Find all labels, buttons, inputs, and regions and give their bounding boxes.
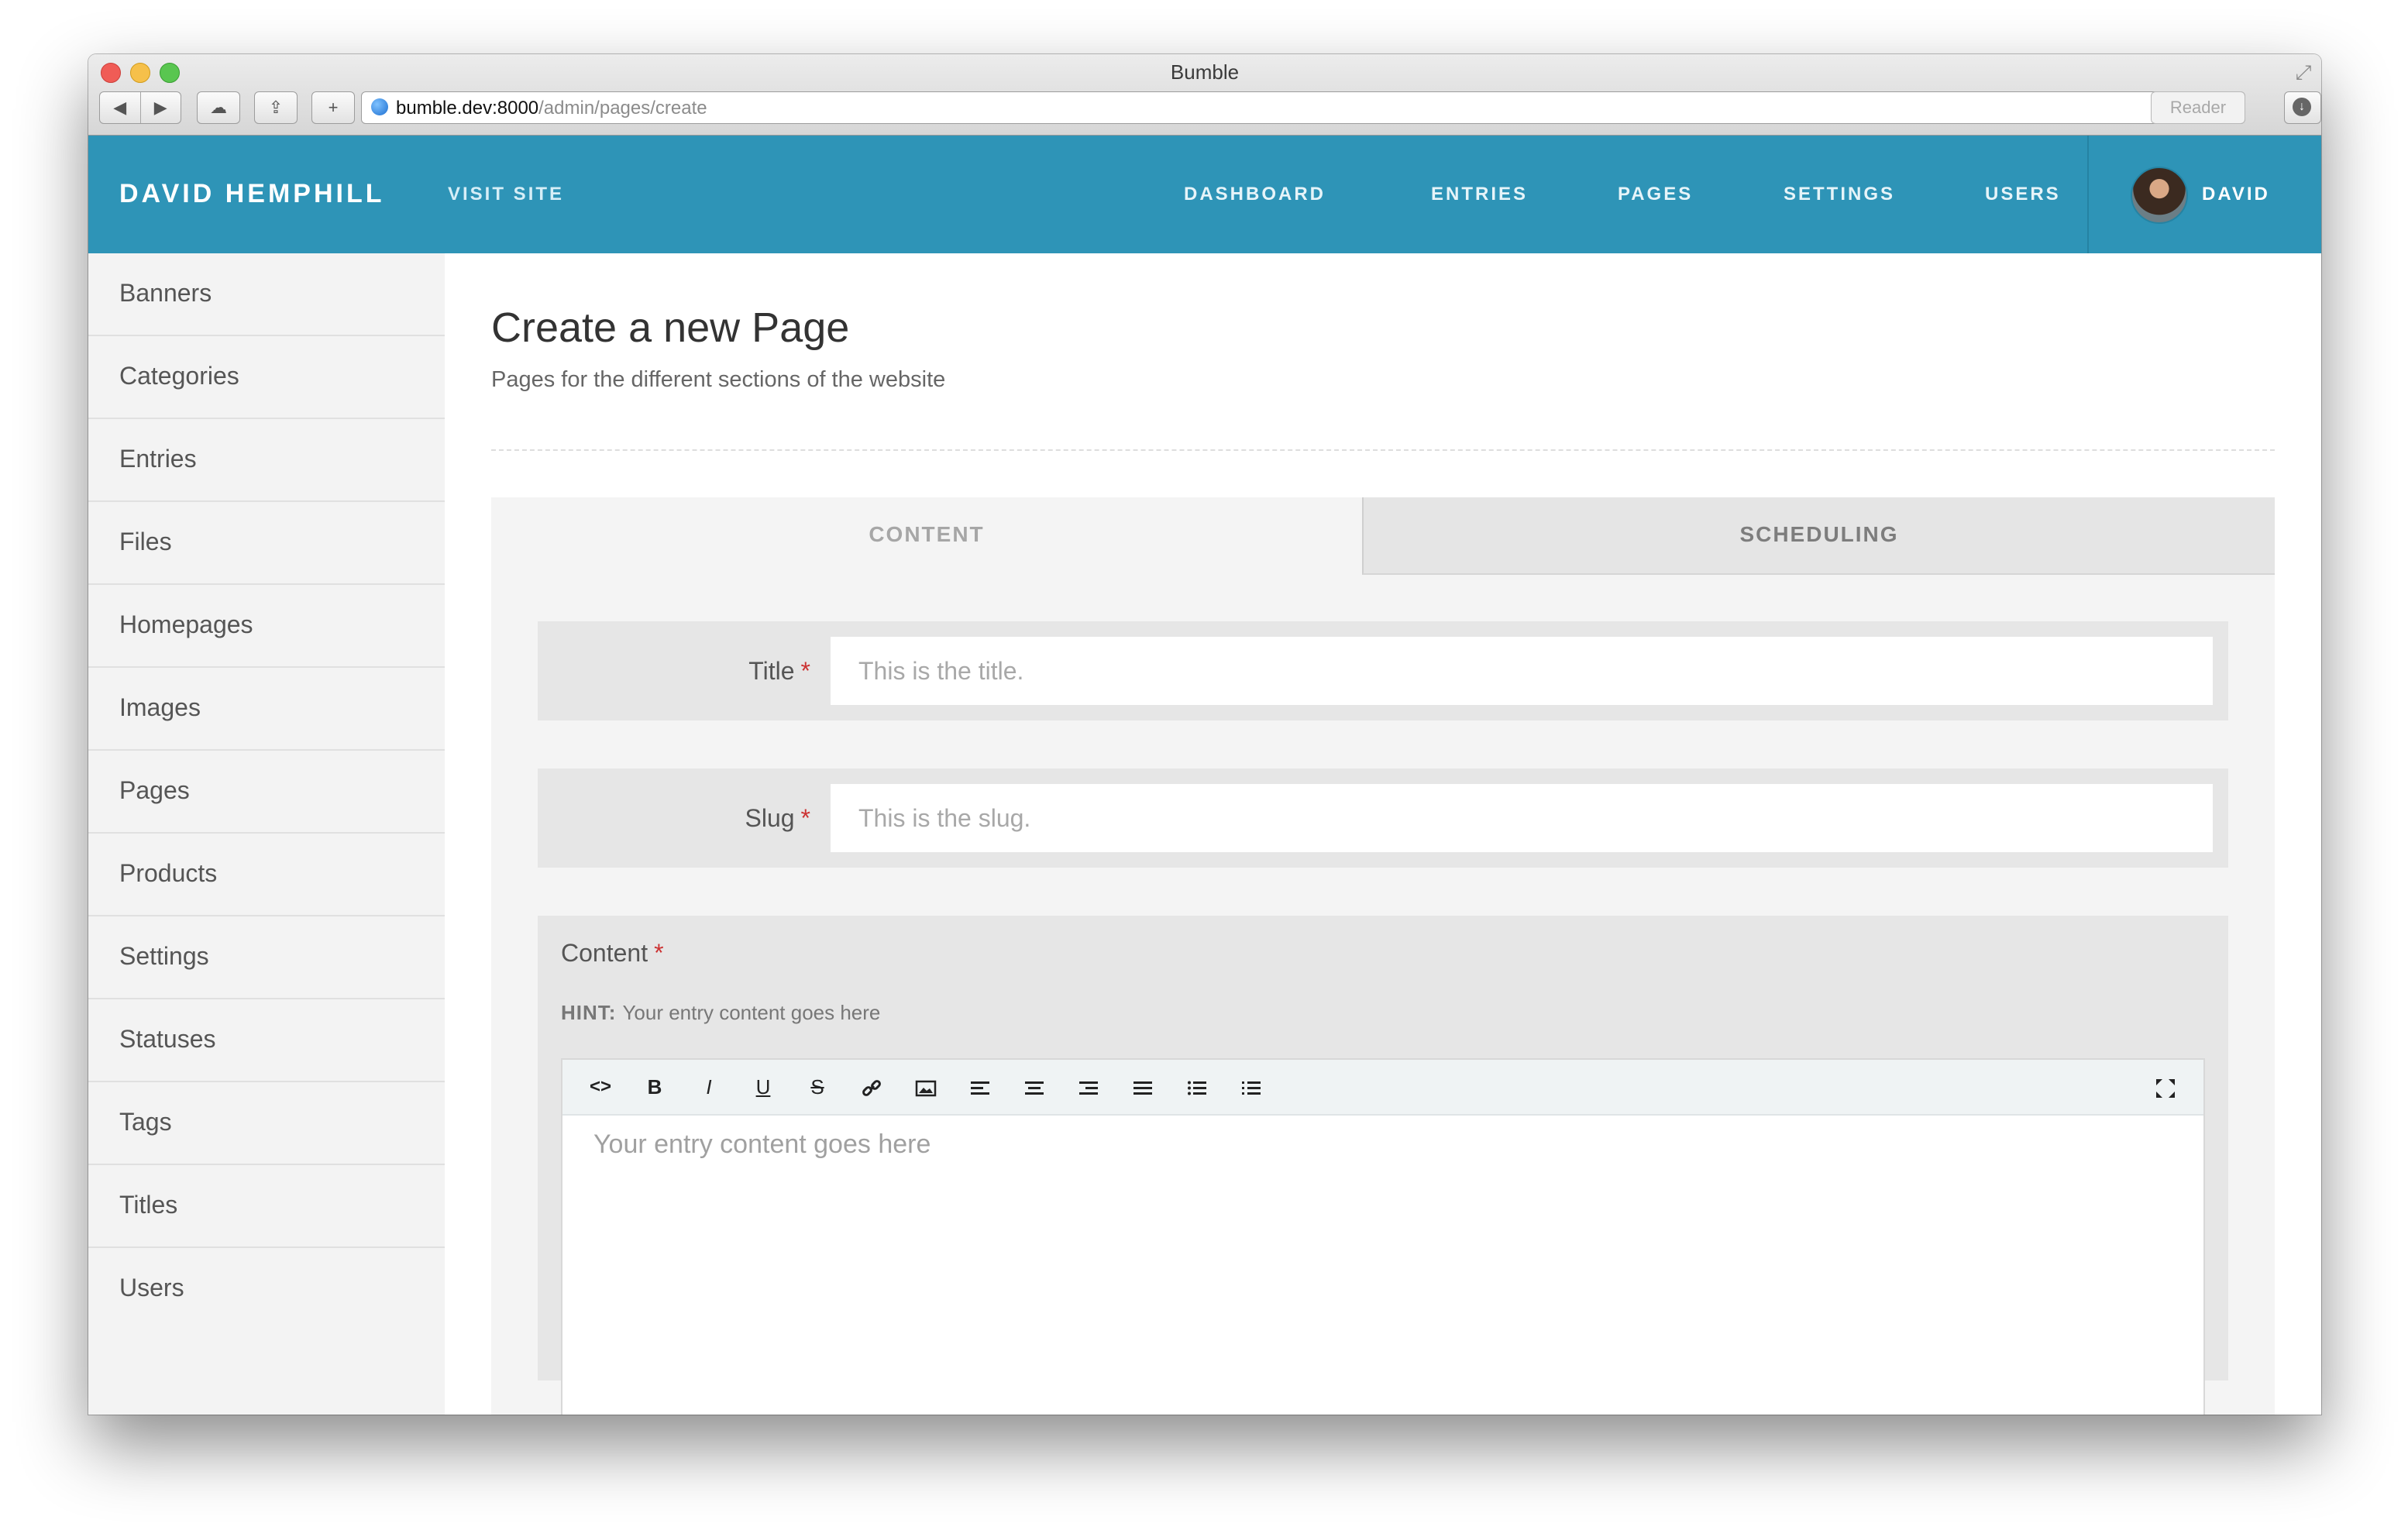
page-title: Create a new Page: [491, 304, 850, 351]
bullet-list-icon[interactable]: [1178, 1068, 1216, 1106]
sidebar-item-files[interactable]: Files: [88, 502, 445, 585]
sidebar-item-titles[interactable]: Titles: [88, 1165, 445, 1248]
downloads-button[interactable]: ↓: [2284, 91, 2321, 124]
new-tab-button[interactable]: +: [311, 91, 355, 124]
sidebar-item-banners[interactable]: Banners: [88, 253, 445, 336]
tab-content[interactable]: CONTENT: [491, 497, 1362, 575]
bold-icon[interactable]: B: [635, 1068, 674, 1106]
sidebar-item-settings[interactable]: Settings: [88, 916, 445, 999]
avatar[interactable]: [2131, 167, 2188, 224]
sidebar-item-images[interactable]: Images: [88, 668, 445, 751]
content-panel: Title* Slug* Content* HINT:Your entry co…: [491, 575, 2275, 1415]
sidebar-item-statuses[interactable]: Statuses: [88, 999, 445, 1082]
content-field: Content * HINT: Your entry content goes he…: [538, 916, 2228, 1415]
window-title: Bumble: [1170, 60, 1240, 84]
sidebar-item-pages[interactable]: Pages: [88, 751, 445, 834]
align-right-icon[interactable]: [1069, 1068, 1108, 1106]
sidebar: Banners Categories Entries Files Homepag…: [88, 253, 445, 1415]
slug-label: Slug *: [745, 804, 811, 832]
address-bar[interactable]: bumble.dev:8000/admin/pages/create ↻: [361, 91, 2245, 124]
code-icon[interactable]: <>: [581, 1068, 620, 1106]
share-button[interactable]: ⇪: [254, 91, 298, 124]
rich-text-editor[interactable]: <> B I U S Your entry content goes here: [561, 1058, 2205, 1415]
justify-icon[interactable]: [1123, 1068, 1162, 1106]
required-marker: *: [800, 657, 810, 685]
app-header: DAVID HEMPHILL VISIT SITE DASHBOARD ENTR…: [88, 136, 2321, 253]
align-center-icon[interactable]: [1015, 1068, 1054, 1106]
nav-settings[interactable]: SETTINGS: [1784, 184, 1895, 205]
form-tabs: CONTENT SCHEDULING: [491, 497, 2275, 575]
title-label: Title *: [748, 657, 810, 685]
tab-scheduling[interactable]: SCHEDULING: [1362, 497, 2275, 575]
slug-field-row: Slug *: [538, 768, 2228, 868]
align-left-icon[interactable]: [961, 1068, 999, 1106]
url-text: bumble.dev:8000/admin/pages/create: [396, 98, 707, 119]
sidebar-item-tags[interactable]: Tags: [88, 1082, 445, 1165]
numbered-list-icon[interactable]: [1232, 1068, 1271, 1106]
link-icon[interactable]: [852, 1068, 891, 1106]
forward-arrow-icon[interactable]: ▶: [141, 98, 181, 118]
enter-fullscreen-icon[interactable]: ⤢: [2292, 60, 2315, 84]
nav-divider: [2087, 136, 2089, 253]
browser-window: Bumble ⤢ ◀ ▶ ☁ ⇪ + bumble.dev:8000/admin…: [88, 54, 2321, 1415]
sidebar-item-products[interactable]: Products: [88, 834, 445, 916]
share-icon: ⇪: [268, 98, 284, 117]
slug-input[interactable]: [831, 784, 2213, 852]
sidebar-item-entries[interactable]: Entries: [88, 419, 445, 502]
image-icon[interactable]: [906, 1068, 945, 1106]
cloud-icon: ☁: [210, 98, 227, 117]
strikethrough-icon[interactable]: S: [798, 1068, 837, 1106]
underline-icon[interactable]: U: [744, 1068, 783, 1106]
sidebar-item-users[interactable]: Users: [88, 1248, 445, 1329]
fullscreen-icon[interactable]: [2146, 1068, 2185, 1106]
divider: [491, 449, 2275, 451]
reader-button[interactable]: Reader: [2151, 91, 2245, 124]
page-subtitle: Pages for the different sections of the …: [491, 367, 946, 392]
title-field-row: Title *: [538, 621, 2228, 720]
editor-toolbar: <> B I U S: [562, 1060, 2203, 1116]
back-forward-buttons: ◀ ▶: [99, 91, 181, 124]
editor-placeholder: Your entry content goes here: [593, 1130, 931, 1159]
plus-icon: +: [328, 98, 339, 117]
browser-titlebar: Bumble ⤢ ◀ ▶ ☁ ⇪ + bumble.dev:8000/admin…: [88, 54, 2321, 136]
nav-dashboard[interactable]: DASHBOARD: [1184, 184, 1326, 205]
site-brand[interactable]: DAVID HEMPHILL: [119, 179, 384, 209]
nav-entries[interactable]: ENTRIES: [1431, 184, 1528, 205]
title-input[interactable]: [831, 637, 2213, 705]
nav-users[interactable]: USERS: [1985, 184, 2061, 205]
visit-site-link[interactable]: VISIT SITE: [448, 184, 564, 205]
content-hint: HINT: Your entry content goes here: [561, 1001, 881, 1024]
italic-icon[interactable]: I: [690, 1068, 728, 1106]
required-marker: *: [654, 939, 664, 967]
download-icon: ↓: [2293, 98, 2311, 116]
content-label: Content *: [561, 939, 664, 967]
required-marker: *: [800, 804, 810, 832]
user-menu[interactable]: DAVID: [2202, 184, 2270, 205]
sidebar-item-homepages[interactable]: Homepages: [88, 585, 445, 668]
back-arrow-icon[interactable]: ◀: [100, 98, 140, 118]
icloud-tabs-button[interactable]: ☁: [197, 91, 240, 124]
nav-pages[interactable]: PAGES: [1618, 184, 1693, 205]
sidebar-item-categories[interactable]: Categories: [88, 336, 445, 419]
globe-icon: [371, 98, 388, 115]
